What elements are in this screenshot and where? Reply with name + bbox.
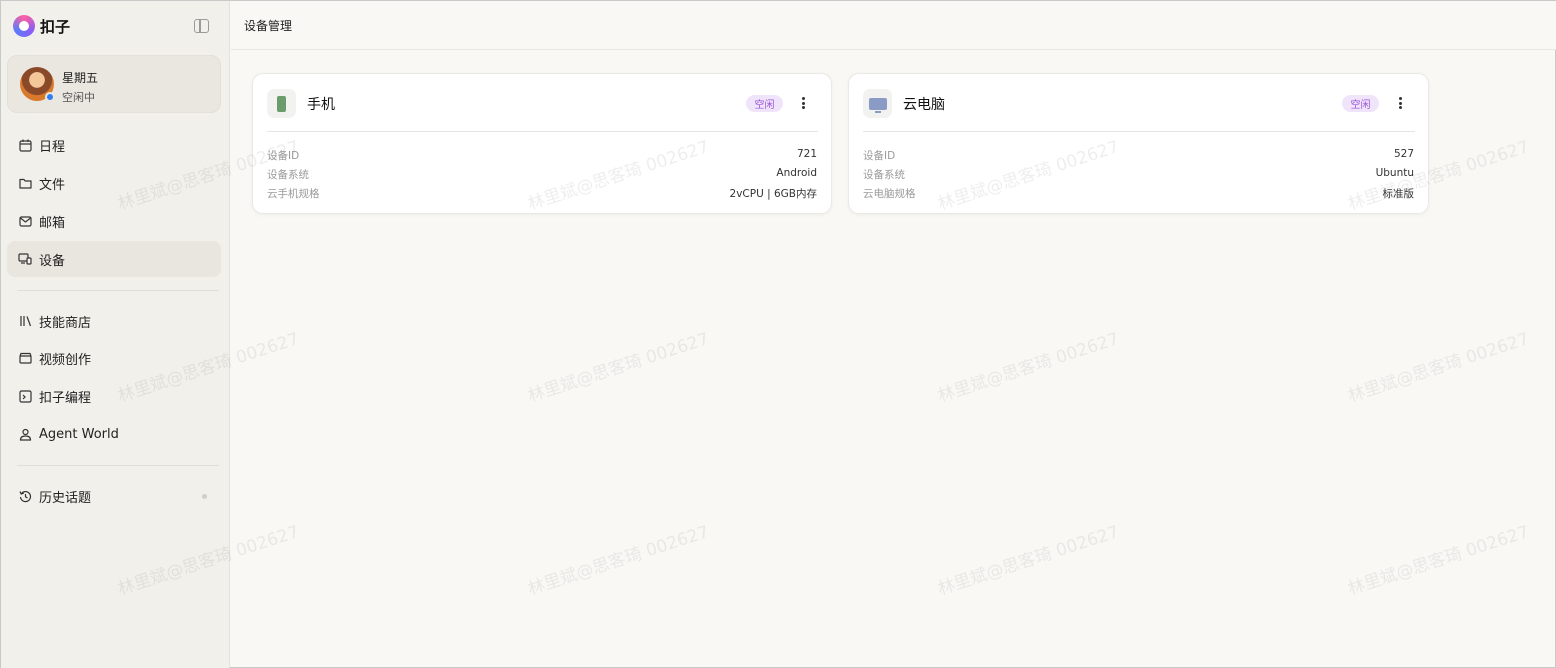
device-card-phone[interactable]: 手机 空闲 设备ID 721 设备系统 Android 云手机规格 2vCPU … xyxy=(252,73,832,214)
page-title: 设备管理 xyxy=(244,19,293,33)
sidebar-item-mail[interactable]: 邮箱 xyxy=(7,203,221,239)
sidebar-divider xyxy=(17,465,219,466)
more-options-icon[interactable] xyxy=(797,95,809,111)
card-divider xyxy=(863,131,1415,132)
online-status-dot xyxy=(45,92,55,102)
mail-icon xyxy=(18,214,32,228)
brand-name: 扣子 xyxy=(40,17,71,36)
watermark: 林里斌@思客琦 002627 xyxy=(935,522,1122,600)
code-icon xyxy=(18,389,32,403)
devices-icon xyxy=(18,252,32,266)
user-name: 星期五 xyxy=(62,71,99,85)
sidebar-item-label: Agent World xyxy=(39,426,119,442)
clapperboard-icon xyxy=(18,351,32,365)
sidebar-item-devices[interactable]: 设备 xyxy=(7,241,221,277)
history-indicator-dot xyxy=(202,494,207,499)
calendar-icon xyxy=(18,138,32,152)
field-label: 云电脑规格 xyxy=(863,188,916,200)
user-status: 空闲中 xyxy=(62,91,95,104)
library-icon xyxy=(18,314,32,328)
device-spec-value: 标准版 xyxy=(1382,188,1415,200)
watermark: 林里斌@思客琦 002627 xyxy=(1345,329,1532,407)
sidebar-item-skill-store[interactable]: 技能商店 xyxy=(7,303,221,339)
field-label: 设备ID xyxy=(863,150,896,162)
more-options-icon[interactable] xyxy=(1394,95,1406,111)
sidebar-item-agent-world[interactable]: Agent World xyxy=(7,416,221,452)
folder-icon xyxy=(18,176,32,190)
sidebar: 扣子 星期五 空闲中 日程 文件 邮箱 设备 技能商店 视频创作 扣子编程 Ag… xyxy=(1,1,230,668)
sidebar-collapse-icon[interactable] xyxy=(194,19,209,33)
sidebar-item-label: 扣子编程 xyxy=(39,390,92,406)
device-name: 手机 xyxy=(307,97,335,113)
watermark: 林里斌@思客琦 002627 xyxy=(525,522,712,600)
sidebar-item-files[interactable]: 文件 xyxy=(7,165,221,201)
watermark: 林里斌@思客琦 002627 xyxy=(525,329,712,407)
agent-icon xyxy=(18,427,32,441)
device-id-value: 721 xyxy=(796,148,817,160)
sidebar-item-label: 文件 xyxy=(39,177,66,193)
status-badge: 空闲 xyxy=(1342,95,1379,112)
sidebar-item-label: 邮箱 xyxy=(39,215,66,231)
topbar: 设备管理 xyxy=(231,1,1556,50)
device-os-value: Ubuntu xyxy=(1375,167,1414,179)
history-icon xyxy=(18,489,32,503)
field-label: 设备系统 xyxy=(863,169,905,181)
watermark: 林里斌@思客琦 002627 xyxy=(1345,522,1532,600)
device-name: 云电脑 xyxy=(903,97,945,113)
user-card[interactable]: 星期五 空闲中 xyxy=(7,55,221,113)
brand[interactable]: 扣子 xyxy=(13,15,70,37)
field-label: 云手机规格 xyxy=(267,188,320,200)
device-os-value: Android xyxy=(776,167,817,179)
phone-icon xyxy=(267,89,296,118)
brand-logo-icon xyxy=(13,15,35,37)
sidebar-divider xyxy=(17,290,219,291)
device-spec-value: 2vCPU | 6GB内存 xyxy=(729,188,817,200)
sidebar-item-history[interactable]: 历史话题 xyxy=(7,478,221,514)
field-label: 设备系统 xyxy=(267,169,309,181)
sidebar-item-coding[interactable]: 扣子编程 xyxy=(7,378,221,414)
sidebar-item-schedule[interactable]: 日程 xyxy=(7,127,221,163)
sidebar-item-label: 技能商店 xyxy=(39,315,92,331)
watermark: 林里斌@思客琦 002627 xyxy=(935,329,1122,407)
status-badge: 空闲 xyxy=(746,95,783,112)
field-label: 设备ID xyxy=(267,150,300,162)
sidebar-item-label: 历史话题 xyxy=(39,490,92,506)
sidebar-item-label: 设备 xyxy=(39,253,66,269)
device-card-cloud-pc[interactable]: 云电脑 空闲 设备ID 527 设备系统 Ubuntu 云电脑规格 标准版 xyxy=(848,73,1429,214)
sidebar-item-video[interactable]: 视频创作 xyxy=(7,340,221,376)
device-id-value: 527 xyxy=(1393,148,1414,160)
sidebar-item-label: 视频创作 xyxy=(39,352,92,368)
sidebar-item-label: 日程 xyxy=(39,139,66,155)
card-divider xyxy=(267,131,818,132)
monitor-icon xyxy=(863,89,892,118)
